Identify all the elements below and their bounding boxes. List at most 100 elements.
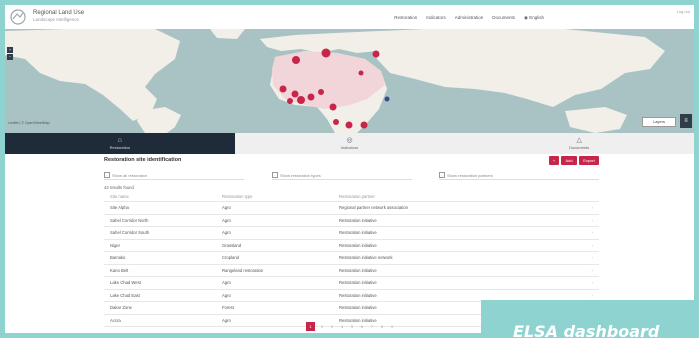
- cell-site: Sahel Corridor North: [104, 214, 216, 227]
- nav-item-indicators[interactable]: Indicators: [426, 15, 446, 21]
- cell-site: Sahel Corridor South: [104, 226, 216, 240]
- cell-type: Agro: [216, 214, 333, 227]
- list-title: Restoration site identification: [104, 157, 182, 163]
- cell-site: Kano Belt: [104, 264, 216, 277]
- zoom-out-button[interactable]: −: [7, 54, 13, 60]
- map-marker[interactable]: [307, 93, 315, 101]
- table-row[interactable]: Site Alpha Agro Regional partner network a…: [104, 201, 599, 215]
- zoom-in-button[interactable]: +: [7, 47, 13, 53]
- table-row[interactable]: Sahel Corridor South Agro Restoration init…: [104, 226, 599, 240]
- chevron-right-icon[interactable]: ›: [579, 226, 599, 240]
- cell-partner: Restoration initiative: [333, 264, 579, 277]
- map-marker[interactable]: [329, 103, 337, 111]
- cell-partner: Restoration initiative network: [333, 251, 579, 265]
- tab-indicators[interactable]: ◎ Indicators: [234, 133, 465, 154]
- map-marker[interactable]: [358, 70, 364, 76]
- chevron-right-icon[interactable]: ›: [579, 214, 599, 227]
- checkbox[interactable]: [104, 172, 110, 178]
- nav-item-administration[interactable]: Administration: [455, 15, 484, 21]
- language-selector[interactable]: ◉ English: [524, 15, 544, 21]
- language-label: English: [529, 15, 544, 20]
- table-row[interactable]: Niger Grassland Restoration initiative ›: [104, 239, 599, 252]
- column-header[interactable]: Restoration type: [216, 192, 333, 202]
- page-button[interactable]: 6: [359, 324, 365, 329]
- tab-label: Indicators: [340, 145, 359, 150]
- page-button-current[interactable]: 1: [306, 322, 315, 331]
- target-icon: ◎: [346, 137, 353, 144]
- add-button[interactable]: Add: [561, 156, 577, 165]
- tab-label: Restoration: [109, 145, 131, 150]
- table-row[interactable]: Kano Belt Rangeland restoration Restoratio…: [104, 264, 599, 277]
- map-marker[interactable]: [372, 50, 380, 58]
- map-marker[interactable]: [297, 96, 305, 104]
- tab-restoration[interactable]: ⌂ Restoration: [5, 133, 235, 154]
- cell-type: Agro: [216, 276, 333, 290]
- page-button[interactable]: 7: [369, 324, 375, 329]
- chevron-right-icon[interactable]: ›: [579, 251, 599, 265]
- export-button[interactable]: Export: [579, 156, 599, 165]
- app-subtitle: Landscape Intelligence: [33, 17, 80, 22]
- tab-documents[interactable]: △ Documents: [464, 133, 695, 154]
- chevron-right-icon[interactable]: ›: [579, 239, 599, 252]
- chevron-right-icon[interactable]: ›: [579, 276, 599, 290]
- logo-icon: [10, 9, 26, 25]
- table-row[interactable]: Sahel Corridor North Agro Restoration init…: [104, 214, 599, 227]
- app-title: Regional Land Use: [33, 10, 85, 16]
- page-button[interactable]: 9: [389, 324, 395, 329]
- map-marker[interactable]: [345, 121, 353, 129]
- cell-partner: Regional partner network association: [333, 201, 579, 215]
- cell-site: Accra: [104, 314, 216, 327]
- map-marker[interactable]: [384, 96, 390, 102]
- cell-type: Cropland: [216, 251, 333, 265]
- caption-text: ELSA dashboard: [513, 322, 660, 341]
- cell-site: Lake Chad East: [104, 289, 216, 302]
- chevron-right-icon[interactable]: ›: [579, 201, 599, 215]
- cell-type: Agro: [216, 289, 333, 302]
- layer-menu-icon[interactable]: ≡: [680, 114, 692, 128]
- cell-site: Lake Chad West: [104, 276, 216, 290]
- page-button[interactable]: 5: [349, 324, 355, 329]
- home-icon: ⌂: [117, 137, 122, 144]
- checkbox[interactable]: [272, 172, 278, 178]
- triangle-icon: △: [576, 137, 582, 144]
- page-button[interactable]: 3: [329, 324, 335, 329]
- map-marker[interactable]: [291, 90, 299, 98]
- page-button[interactable]: 4: [339, 324, 345, 329]
- map-view[interactable]: + − Layers ≡ Leaflet | © OpenStreetMap: [5, 29, 694, 133]
- filter-label: Show all restoration: [112, 172, 148, 178]
- map-marker[interactable]: [292, 56, 300, 64]
- nav-item-documents[interactable]: Documents: [492, 15, 515, 21]
- filter-types[interactable]: Show restoration types: [272, 171, 412, 180]
- page-button[interactable]: 8: [379, 324, 385, 329]
- add-icon-button[interactable]: +: [549, 156, 559, 165]
- filter-all[interactable]: Show all restoration: [104, 171, 244, 180]
- filter-label: Show restoration partners: [447, 172, 493, 178]
- filter-partners[interactable]: Show restoration partners: [439, 171, 599, 180]
- column-header[interactable]: Site name: [104, 192, 216, 202]
- table-row[interactable]: Lake Chad West Agro Restoration initiative…: [104, 276, 599, 290]
- world-map: [5, 29, 694, 133]
- map-marker[interactable]: [360, 121, 368, 129]
- map-marker[interactable]: [279, 85, 287, 93]
- cell-site: Dakar Zone: [104, 301, 216, 315]
- checkbox[interactable]: [439, 172, 445, 178]
- cell-type: Agro: [216, 226, 333, 240]
- map-marker[interactable]: [321, 48, 331, 58]
- cell-type: Agro: [216, 201, 333, 215]
- column-header[interactable]: Restoration partner: [333, 192, 579, 202]
- table-row[interactable]: Bamako Cropland Restoration initiative net…: [104, 251, 599, 265]
- section-tabs: ⌂ Restoration ◎ Indicators △ Documents: [5, 133, 695, 154]
- nav-item-restoration[interactable]: Restoration: [394, 15, 417, 21]
- layer-control-button[interactable]: Layers: [642, 117, 676, 127]
- logout-link[interactable]: Log out: [677, 9, 690, 14]
- filter-label: Show restoration types: [280, 172, 321, 178]
- results-count: 42 results found: [104, 185, 134, 190]
- map-marker[interactable]: [333, 119, 339, 125]
- map-marker[interactable]: [318, 89, 324, 95]
- caption-banner: ELSA dashboard: [481, 300, 694, 341]
- chevron-right-icon[interactable]: ›: [579, 264, 599, 277]
- map-attribution: Leaflet | © OpenStreetMap: [8, 121, 50, 125]
- map-marker[interactable]: [287, 98, 293, 104]
- cell-site: Site Alpha: [104, 201, 216, 215]
- page-button[interactable]: 2: [319, 324, 325, 329]
